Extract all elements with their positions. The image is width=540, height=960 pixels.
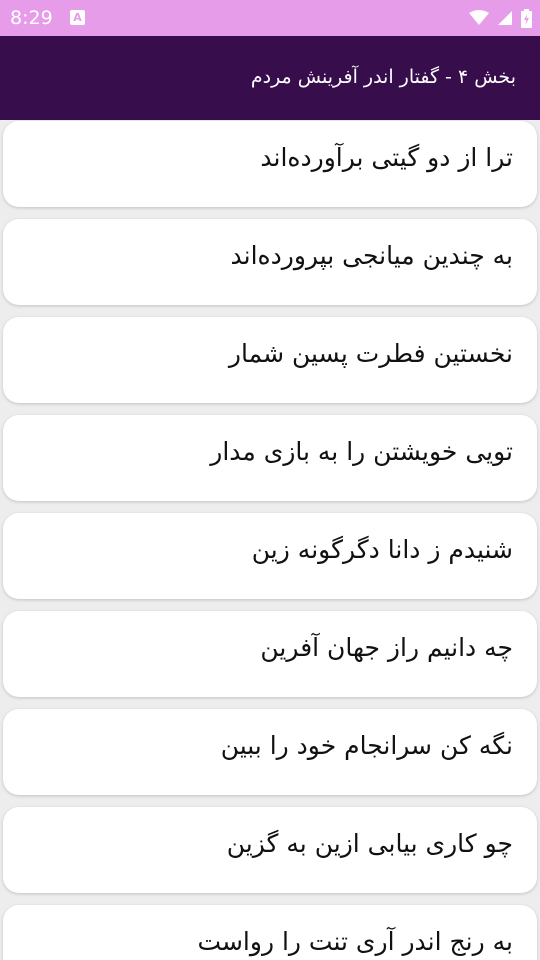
battery-icon [521, 8, 532, 28]
notification-a-icon: A [70, 10, 85, 25]
page-title: بخش ۴ - گفتار اندر آفرینش مردم [250, 66, 516, 88]
list-item[interactable]: نگه کن سرانجام خود را ببین [3, 709, 537, 795]
signal-icon [497, 10, 513, 26]
verse-text: تویی خویشتن را به بازی مدار [210, 437, 513, 466]
wifi-icon [469, 10, 489, 26]
list-item[interactable]: به رنج اندر آری تنت را رواست [3, 905, 537, 960]
status-time: 8:29 [10, 7, 53, 29]
verse-text: به رنج اندر آری تنت را رواست [197, 927, 513, 956]
verse-text: به چندین میانجی بپرورده‌اند [230, 241, 514, 270]
verse-text: چو کاری بیابی ازین به گزین [226, 829, 513, 858]
verse-text: شنیدم ز دانا دگرگونه زین [251, 535, 513, 564]
list-item[interactable]: نخستین فطرت پسین شمار [3, 317, 537, 403]
verse-text: نخستین فطرت پسین شمار [228, 339, 513, 368]
list-item[interactable]: چه دانیم راز جهان آفرین [3, 611, 537, 697]
status-icons [469, 7, 532, 29]
verse-list[interactable]: ترا از دو گیتی برآورده‌اند به چندین میان… [0, 120, 540, 960]
list-item[interactable]: ترا از دو گیتی برآورده‌اند [3, 121, 537, 207]
list-item[interactable]: چو کاری بیابی ازین به گزین [3, 807, 537, 893]
list-item[interactable]: تویی خویشتن را به بازی مدار [3, 415, 537, 501]
app-bar: بخش ۴ - گفتار اندر آفرینش مردم [0, 36, 540, 120]
verse-text: ترا از دو گیتی برآورده‌اند [260, 143, 513, 172]
verse-text: چه دانیم راز جهان آفرین [260, 633, 513, 662]
verse-text: نگه کن سرانجام خود را ببین [220, 731, 513, 760]
list-item[interactable]: شنیدم ز دانا دگرگونه زین [3, 513, 537, 599]
list-item[interactable]: به چندین میانجی بپرورده‌اند [3, 219, 537, 305]
status-bar: 8:29 A [0, 0, 540, 36]
